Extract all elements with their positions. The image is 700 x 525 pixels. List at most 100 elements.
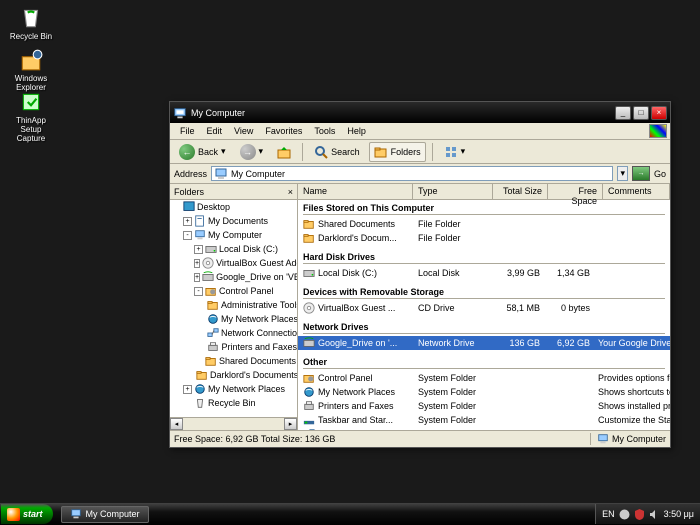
status-bar: Free Space: 6,92 GB Total Size: 136 GB M…	[170, 430, 670, 447]
start-button[interactable]: start	[1, 504, 53, 524]
cell-type: System Folder	[418, 373, 498, 383]
close-pane-icon[interactable]: ×	[288, 187, 293, 197]
col-type[interactable]: Type	[413, 184, 493, 199]
cell-name: Printers and Faxes	[318, 401, 418, 411]
list-row[interactable]: Printers and FaxesSystem Folder Shows ins…	[298, 399, 670, 413]
group-header: Network Drives	[298, 319, 670, 333]
explorer-window: My Computer _ □ × File Edit View Favorit…	[169, 101, 671, 448]
desktop-icon[interactable]: ThinApp Setup Capture	[6, 90, 56, 143]
clock[interactable]: 3:50 μμ	[664, 509, 694, 519]
cell-type: Network Drive	[418, 338, 498, 348]
menu-view[interactable]: View	[228, 124, 259, 138]
forward-button[interactable]: → ▾	[235, 141, 269, 163]
up-folder-icon	[277, 145, 291, 159]
tree-node[interactable]: +My Documents	[170, 214, 297, 228]
window-title: My Computer	[191, 108, 245, 118]
views-button[interactable]: ▾	[439, 142, 471, 162]
list-row[interactable]: My Network PlacesSystem FolderShows shor…	[298, 385, 670, 399]
menu-tools[interactable]: Tools	[308, 124, 341, 138]
menu-favorites[interactable]: Favorites	[259, 124, 308, 138]
tree-node[interactable]: Administrative Tools	[170, 298, 297, 312]
folders-icon	[374, 145, 388, 159]
tray-icon[interactable]	[619, 509, 630, 520]
cell-type: System Folder	[418, 415, 498, 425]
list-row[interactable]: VirtualBox Guest ...CD Drive58,1 MB0 byt…	[298, 301, 670, 315]
desktop-item-icon	[19, 6, 43, 30]
up-button[interactable]	[272, 142, 296, 162]
tree-node[interactable]: Shared Documents	[170, 354, 297, 368]
tree-node-label: My Network Places	[221, 314, 297, 324]
my-computer-icon	[173, 106, 187, 120]
tree-node-label: Local Disk (C:)	[219, 244, 278, 254]
folders-button[interactable]: Folders	[369, 142, 426, 162]
back-arrow-icon: ←	[179, 144, 195, 160]
cell-name: Taskbar and Star...	[318, 415, 418, 425]
tree-node[interactable]: +Local Disk (C:)	[170, 242, 297, 256]
maximize-button[interactable]: □	[633, 106, 649, 120]
toolbar: ← Back ▾ → ▾ Search Folders	[170, 140, 670, 164]
cell-name: Google_Drive on '...	[318, 338, 418, 348]
cell-name: Local Disk (C:)	[318, 268, 418, 278]
menubar: File Edit View Favorites Tools Help	[170, 123, 670, 140]
cell-name: VirtualBox Guest ...	[318, 303, 418, 313]
desktop-icon[interactable]: Recycle Bin	[6, 6, 56, 41]
tree-node[interactable]: -My Computer	[170, 228, 297, 242]
language-indicator[interactable]: EN	[602, 509, 615, 519]
list-row[interactable]: Taskbar and Star...System FolderCustomiz…	[298, 413, 670, 427]
tree-node-label: VirtualBox Guest Additions (	[216, 258, 297, 268]
group-header: Devices with Removable Storage	[298, 284, 670, 298]
my-computer-icon	[70, 508, 82, 520]
windows-start-icon	[7, 508, 20, 521]
tree-node[interactable]: Desktop	[170, 200, 297, 214]
titlebar[interactable]: My Computer _ □ ×	[170, 102, 670, 123]
tree-node[interactable]: +My Network Places	[170, 382, 297, 396]
address-input[interactable]: My Computer	[211, 166, 613, 181]
dropdown-icon: ▾	[461, 146, 466, 157]
tree-node-label: Printers and Faxes	[221, 342, 297, 352]
dropdown-icon[interactable]: ▾	[617, 166, 628, 181]
dropdown-icon: ▾	[259, 146, 264, 157]
tree-node[interactable]: Recycle Bin	[170, 396, 297, 410]
tree-node[interactable]: +Google_Drive on 'VBoxSvr' (Z	[170, 270, 297, 284]
taskbar-item-mycomputer[interactable]: My Computer	[61, 506, 149, 523]
col-total[interactable]: Total Size	[493, 184, 548, 199]
list-row[interactable]: Shared DocumentsFile Folder	[298, 217, 670, 231]
cell-type: System Folder	[418, 401, 498, 411]
back-button[interactable]: ← Back ▾	[174, 141, 231, 163]
tree-node[interactable]: Network Connections	[170, 326, 297, 340]
menu-help[interactable]: Help	[341, 124, 372, 138]
close-button[interactable]: ×	[651, 106, 667, 120]
menu-edit[interactable]: Edit	[201, 124, 229, 138]
go-button[interactable]: →	[632, 166, 650, 181]
tray-shield-icon[interactable]	[634, 509, 645, 520]
tree-node[interactable]: +VirtualBox Guest Additions (	[170, 256, 297, 270]
tree-node[interactable]: My Network Places	[170, 312, 297, 326]
col-name[interactable]: Name	[298, 184, 413, 199]
search-button[interactable]: Search	[309, 142, 365, 162]
address-label: Address	[174, 169, 207, 179]
desktop-item-icon	[19, 48, 43, 72]
tree-node-label: Shared Documents	[219, 356, 296, 366]
list-row[interactable]: Darklord's Docum...File Folder	[298, 231, 670, 245]
tree-node[interactable]: Darklord's Documents	[170, 368, 297, 382]
horizontal-scrollbar[interactable]: ◂▸	[170, 417, 297, 430]
system-tray: EN 3:50 μμ	[595, 504, 700, 524]
tree-node[interactable]: -Control Panel	[170, 284, 297, 298]
minimize-button[interactable]: _	[615, 106, 631, 120]
folder-tree: Folders × Desktop+My Documents-My Comput…	[170, 184, 298, 430]
menu-file[interactable]: File	[174, 124, 201, 138]
cell-comment: Shows installed prin...	[598, 401, 670, 411]
list-row[interactable]: Google_Drive on '...Network Drive136 GB6…	[298, 336, 670, 350]
tray-volume-icon[interactable]	[649, 509, 660, 520]
tree-node[interactable]: Printers and Faxes	[170, 340, 297, 354]
status-text: Free Space: 6,92 GB Total Size: 136 GB	[174, 434, 590, 444]
cell-name: My Network Places	[318, 387, 418, 397]
cell-name: Darklord's Docum...	[318, 233, 418, 243]
tree-node-label: Network Connections	[221, 328, 297, 338]
col-comments[interactable]: Comments	[603, 184, 670, 199]
list-row[interactable]: Local Disk (C:)Local Disk3,99 GB1,34 GB	[298, 266, 670, 280]
search-icon	[314, 145, 328, 159]
list-row[interactable]: Control PanelSystem FolderProvides optio…	[298, 371, 670, 385]
col-free[interactable]: Free Space	[548, 184, 603, 199]
desktop-icon[interactable]: Windows Explorer	[6, 48, 56, 92]
